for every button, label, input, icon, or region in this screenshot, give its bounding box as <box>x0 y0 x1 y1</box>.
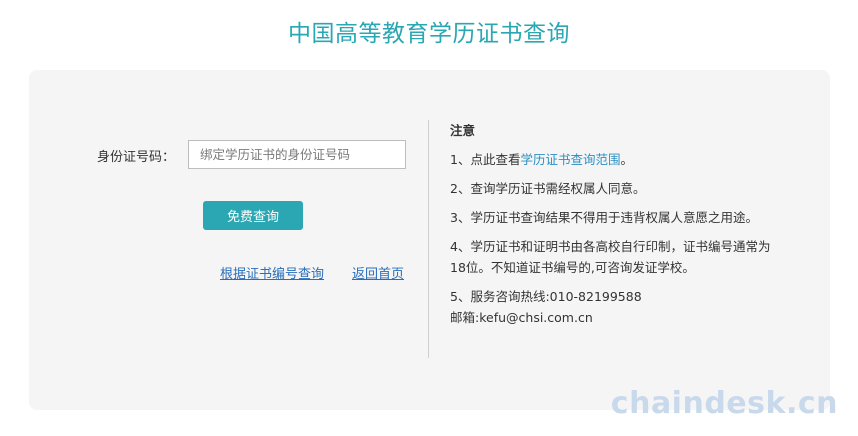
query-by-cert-number-link[interactable]: 根据证书编号查询 <box>220 263 324 282</box>
id-number-input[interactable] <box>188 140 406 169</box>
query-scope-link[interactable]: 学历证书查询范围 <box>520 152 620 167</box>
page-title: 中国高等教育学历证书查询 <box>288 21 570 47</box>
note-5: 5、服务咨询热线:010-82199588 邮箱:kefu@chsi.com.c… <box>450 286 780 328</box>
note-5-hotline: 5、服务咨询热线:010-82199588 <box>450 289 642 304</box>
id-number-label: 身份证号码： <box>97 150 176 165</box>
note-1: 1、点此查看学历证书查询范围。 <box>450 149 780 170</box>
note-1-prefix: 1、点此查看 <box>450 152 521 167</box>
notes-title: 注意 <box>450 123 476 138</box>
vertical-divider <box>428 120 429 358</box>
free-query-button[interactable]: 免费查询 <box>203 201 303 230</box>
notes-section: 注意 1、点此查看学历证书查询范围。 2、查询学历证书需经权属人同意。 3、学历… <box>450 120 780 328</box>
note-4: 4、学历证书和证明书由各高校自行印制，证书编号通常为18位。不知道证书编号的,可… <box>450 239 771 275</box>
watermark: chaindesk.cn <box>610 386 838 421</box>
note-2: 2、查询学历证书需经权属人同意。 <box>450 181 646 196</box>
note-5-email: 邮箱:kefu@chsi.com.cn <box>450 310 593 325</box>
note-3: 3、学历证书查询结果不得用于违背权属人意愿之用途。 <box>450 210 758 225</box>
back-home-link[interactable]: 返回首页 <box>352 263 404 282</box>
note-1-suffix: 。 <box>620 152 633 167</box>
